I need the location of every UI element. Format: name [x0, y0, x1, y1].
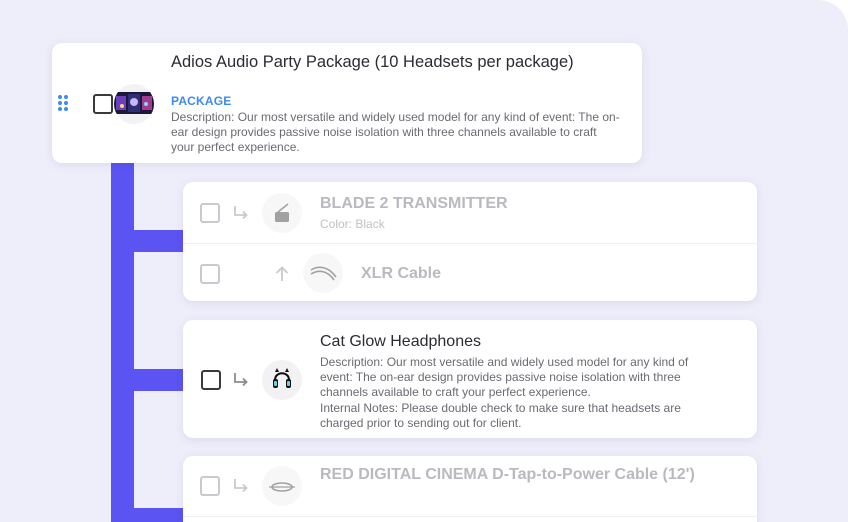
item-thumbnail [262, 466, 302, 506]
item-group-card: RED DIGITAL CINEMA D-Tap-to-Power Cable … [183, 456, 757, 522]
item-subtitle: Color: Black [320, 217, 385, 231]
headphones-icon [273, 368, 291, 388]
package-description: Description: Our most versatile and wide… [171, 110, 620, 154]
item-thumbnail [262, 193, 302, 233]
package-thumbnail [114, 84, 154, 124]
list-item[interactable]: RED DIGITAL CINEMA D-Tap-to-Power Cable … [183, 456, 757, 516]
item-checkbox[interactable] [201, 370, 221, 390]
transmitter-icon [275, 203, 289, 222]
package-card[interactable]: Adios Audio Party Package (10 Headsets p… [52, 43, 642, 163]
item-description: Description: Our most versatile and wide… [320, 355, 689, 399]
subdirectory-arrow-icon [234, 479, 248, 493]
item-internal-notes: Internal Notes: Please double check to m… [320, 401, 681, 430]
arrow-up-icon [275, 266, 289, 281]
row-divider [183, 516, 757, 517]
item-thumbnail [303, 253, 343, 293]
item-title: BLADE 2 TRANSMITTER [320, 195, 508, 212]
list-item[interactable]: XLR Cable [183, 244, 757, 301]
drag-handle-icon[interactable] [58, 95, 70, 111]
party-photo-icon [114, 92, 154, 114]
stage: Adios Audio Party Package (10 Headsets p… [0, 0, 848, 522]
tree-branch-line [111, 230, 186, 252]
list-item[interactable]: BLADE 2 TRANSMITTER Color: Black [183, 182, 757, 243]
item-thumbnail [262, 360, 302, 400]
package-checkbox[interactable] [93, 94, 113, 114]
item-checkbox[interactable] [200, 476, 220, 496]
subdirectory-arrow-icon [234, 373, 248, 387]
item-checkbox[interactable] [200, 203, 220, 223]
subdirectory-arrow-icon [234, 206, 248, 220]
tree-branch-line [111, 369, 186, 391]
tree-trunk-line [111, 160, 134, 522]
item-card[interactable]: Cat Glow Headphones Description: Our mos… [183, 320, 757, 438]
item-title: XLR Cable [361, 265, 442, 282]
item-group-card: BLADE 2 TRANSMITTER Color: Black XLR Cab… [183, 182, 757, 301]
tree-branch-line [111, 508, 186, 522]
package-title: Adios Audio Party Package (10 Headsets p… [171, 53, 574, 71]
power-cable-icon [269, 482, 295, 492]
cable-icon [310, 266, 337, 281]
item-title: RED DIGITAL CINEMA D-Tap-to-Power Cable … [320, 466, 695, 483]
item-title: Cat Glow Headphones [320, 333, 481, 350]
package-badge: PACKAGE [171, 94, 232, 108]
item-checkbox[interactable] [200, 264, 220, 284]
